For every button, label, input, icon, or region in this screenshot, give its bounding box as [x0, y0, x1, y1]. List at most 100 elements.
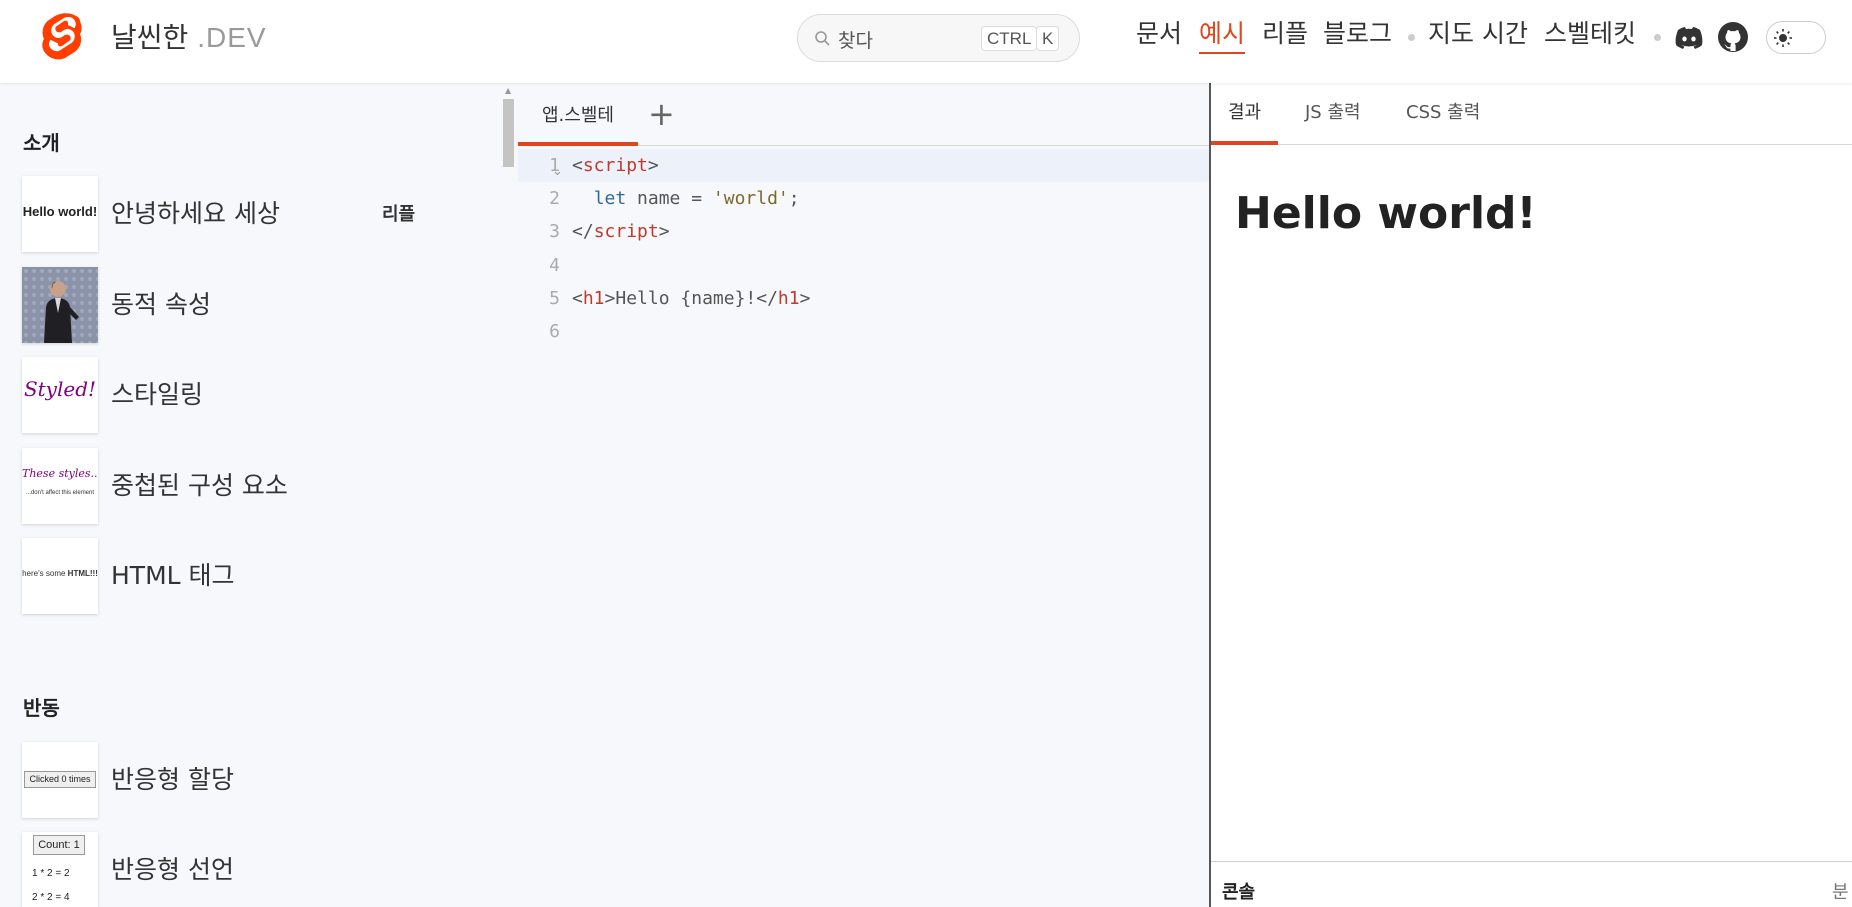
line-number: 1	[549, 155, 560, 176]
github-icon[interactable]	[1717, 21, 1749, 53]
code-token: >	[647, 155, 659, 176]
nav-blog[interactable]: 블로그	[1323, 14, 1392, 50]
example-item-reactive-assignments[interactable]: Clicked 0 times 반응형 할당	[22, 742, 502, 818]
nav-separator	[1654, 34, 1661, 41]
thumb-button: Clicked 0 times	[24, 771, 96, 788]
example-thumbnail: here's some HTML!!!	[22, 538, 98, 614]
example-item-reactive-declarations[interactable]: Count: 1 1 * 2 = 2 2 * 2 = 4 반응형 선언	[22, 832, 502, 907]
thumb-line: 1 * 2 = 2	[32, 868, 70, 879]
code-token: let	[593, 188, 627, 209]
output-pane: 결과 JS 출력 CSS 출력 Hello world! 콘솔 분	[1209, 83, 1852, 907]
brand-name[interactable]: 날씬한 .DEV	[111, 16, 267, 56]
example-label: 반응형 할당	[111, 765, 234, 794]
theme-toggle[interactable]	[1766, 21, 1826, 54]
tab-css-output[interactable]: CSS 출력	[1406, 98, 1480, 145]
example-label: 안녕하세요 세상	[111, 199, 280, 228]
sun-icon	[1774, 29, 1792, 47]
code-token: script	[582, 155, 648, 176]
code-token: </	[572, 221, 594, 242]
example-item-nested-components[interactable]: These styles... ...don't affect this ele…	[22, 448, 502, 524]
code-line[interactable]: </script>	[572, 221, 670, 242]
example-label: HTML 태그	[111, 561, 235, 590]
sidebar-scrollbar-thumb[interactable]	[503, 99, 514, 167]
thumb-line: 2 * 2 = 4	[32, 892, 70, 903]
sidebar-scrollbar[interactable]	[502, 83, 514, 907]
thumb-button: Count: 1	[33, 835, 85, 855]
brand-name-text: 날씬한	[111, 21, 189, 54]
example-thumbnail: These styles... ...don't affect this ele…	[22, 448, 98, 524]
thumb-text-bold: HTML!!!	[67, 569, 98, 578]
tab-result[interactable]: 결과	[1211, 98, 1279, 145]
console-label: 콘솔	[1222, 882, 1256, 903]
code-line[interactable]: <script>	[572, 155, 659, 176]
section-title-intro: 소개	[23, 131, 60, 155]
add-file-button[interactable]: +	[648, 95, 675, 133]
example-thumbnail: Styled!	[22, 357, 98, 433]
thumb-text: here's some HTML!!!	[22, 569, 98, 578]
example-item-styling[interactable]: Styled! 스타일링	[22, 357, 502, 433]
scroll-up-arrow-icon[interactable]: ▲	[505, 86, 511, 95]
kbd-k: K	[1036, 26, 1060, 51]
code-line[interactable]: let name = 'world';	[572, 188, 800, 209]
nav-separator	[1408, 34, 1415, 41]
code-token: <	[572, 155, 583, 176]
line-number: 6	[549, 321, 560, 342]
code-token: script	[593, 221, 659, 242]
code-token: name =	[626, 188, 713, 209]
search-box[interactable]: 찾다 CTRL K	[797, 14, 1080, 62]
file-tab-label: 앱.스벨테	[542, 105, 614, 126]
nav-tutorial[interactable]: 지도 시간	[1428, 14, 1528, 50]
example-label: 동적 속성	[111, 290, 211, 319]
section-title-reactivity: 반동	[23, 696, 60, 720]
nav-docs[interactable]: 문서	[1136, 14, 1182, 50]
person-image-icon	[22, 267, 98, 343]
nav-examples[interactable]: 예시	[1199, 14, 1246, 54]
output-tab-bar: 결과 JS 출력 CSS 출력	[1211, 83, 1852, 145]
nav-sveltekit[interactable]: 스벨테킷	[1544, 14, 1636, 50]
console-clear-button[interactable]: 분	[1832, 878, 1849, 904]
kbd-ctrl: CTRL	[981, 26, 1038, 51]
code-token: 'world'	[712, 188, 789, 209]
examples-sidebar: 소개 Hello world! 안녕하세요 세상 리플 동적 속성 Styled…	[0, 83, 518, 907]
editor-tab-bar: 앱.스벨테 +	[518, 83, 1209, 146]
tab-js-output[interactable]: JS 출력	[1305, 98, 1361, 145]
thumb-text-plain: here's some	[22, 569, 66, 578]
repl-badge[interactable]: 리플	[382, 200, 415, 226]
example-thumbnail: Count: 1 1 * 2 = 2 2 * 2 = 4	[22, 832, 98, 907]
code-token: >	[799, 288, 811, 309]
example-thumbnail	[22, 267, 98, 343]
thumb-text: Styled!	[23, 377, 97, 401]
example-item-dynamic-attributes[interactable]: 동적 속성	[22, 267, 502, 343]
result-heading: Hello world!	[1235, 188, 1537, 239]
nav-repl[interactable]: 리플	[1262, 14, 1308, 50]
code-token: h1	[777, 288, 800, 309]
example-item-hello-world[interactable]: Hello world! 안녕하세요 세상 리플	[22, 176, 502, 252]
code-token: >Hello {name}!</	[604, 288, 778, 309]
example-label: 중첩된 구성 요소	[111, 471, 288, 500]
top-navigation-bar: 날씬한 .DEV 찾다 CTRL K 문서 예시 리플 블로그 지도 시간 스벨…	[0, 0, 1852, 83]
code-token: ;	[788, 188, 800, 209]
example-label: 반응형 선언	[111, 855, 234, 884]
code-token: >	[658, 221, 670, 242]
thumb-text: Hello world!	[22, 204, 98, 219]
line-number: 4	[549, 255, 560, 276]
svelte-logo-icon[interactable]	[40, 12, 86, 62]
brand-suffix: .DEV	[197, 22, 267, 53]
search-icon	[815, 31, 830, 46]
code-token: h1	[582, 288, 605, 309]
example-thumbnail: Clicked 0 times	[22, 742, 98, 818]
code-editor-pane: 앱.스벨테 + ⌄ 1 2 3 4 5 6 <script> let name …	[518, 83, 1209, 907]
line-number: 5	[549, 288, 560, 309]
discord-icon[interactable]	[1672, 21, 1704, 53]
line-number: 2	[549, 188, 560, 209]
code-line[interactable]: <h1>Hello {name}!</h1>	[572, 288, 810, 309]
example-thumbnail: Hello world!	[22, 176, 98, 252]
example-item-html-tags[interactable]: here's some HTML!!! HTML 태그	[22, 538, 502, 614]
code-token: <	[572, 288, 583, 309]
console-panel[interactable]: 콘솔 분	[1211, 861, 1852, 907]
search-placeholder: 찾다	[838, 30, 873, 52]
thumb-subtext: ...don't affect this element	[25, 490, 95, 496]
line-number: 3	[549, 221, 560, 242]
thumb-text: These styles...	[22, 467, 98, 480]
file-tab-app-svelte[interactable]: 앱.스벨테	[518, 83, 638, 146]
